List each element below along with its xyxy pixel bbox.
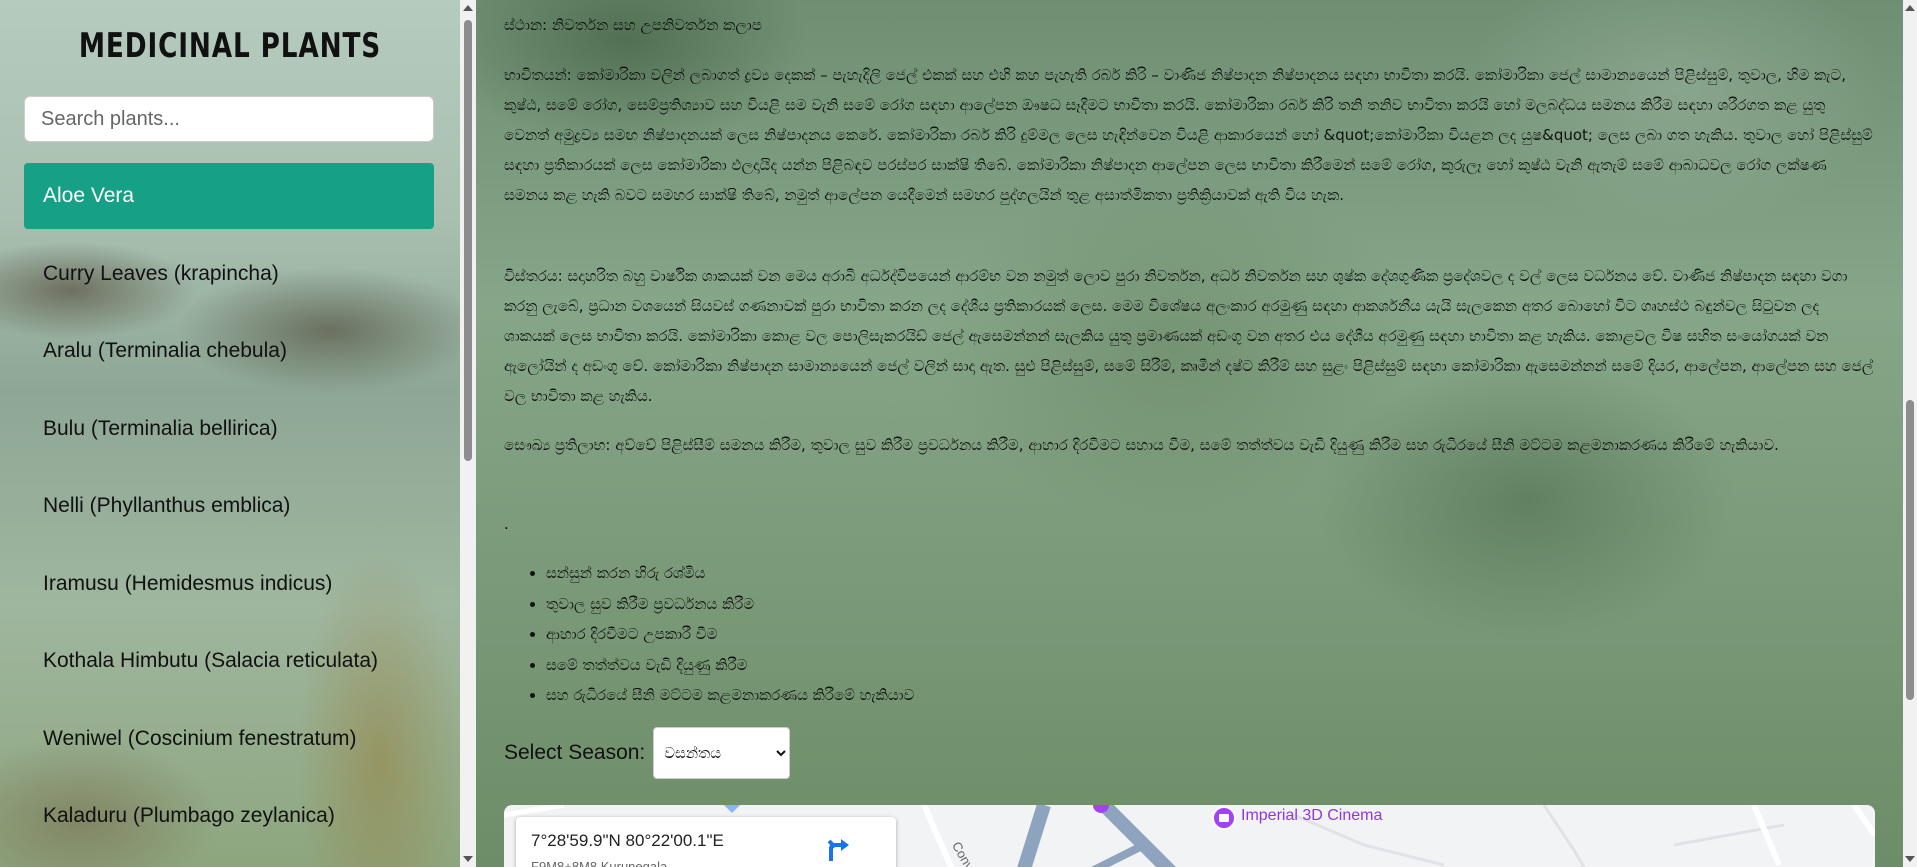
- location-text: ස්ථාන: නිවර්තන සහ උපනිවර්තන කලාප: [504, 16, 762, 34]
- page-scrollbar-thumb[interactable]: [1906, 400, 1914, 700]
- plant-item-aloe-vera[interactable]: Aloe Vera: [24, 163, 434, 229]
- benefit-item: සන්සුන් කරන හිරු රශ්මිය: [546, 558, 914, 589]
- sidebar-scrollbar[interactable]: [460, 0, 476, 867]
- search-input[interactable]: [24, 96, 434, 142]
- plant-list: Aloe Vera Curry Leaves (krapincha) Aralu…: [24, 163, 434, 861]
- scroll-down-arrow-icon[interactable]: [1905, 856, 1915, 862]
- cinema-pin-icon[interactable]: [1211, 805, 1237, 831]
- plant-item-kaladuru[interactable]: Kaladuru (Plumbago zeylanica): [24, 783, 434, 849]
- map-coordinates: 7°28'59.9"N 80°22'00.1"E: [531, 831, 724, 850]
- map-plus-code: F9M8+8M8 Kurunegala: [531, 859, 668, 867]
- map-place-label[interactable]: Imperial 3D Cinema: [1241, 807, 1382, 825]
- sidebar: MEDICINAL PLANTS Aloe Vera Curry Leaves …: [0, 0, 460, 867]
- benefit-item: තුවාල සුව කිරීම ප්‍රවර්ධනය කිරීම: [546, 589, 914, 620]
- sidebar-title: MEDICINAL PLANTS: [78, 26, 382, 66]
- plant-item-bulu[interactable]: Bulu (Terminalia bellirica): [24, 396, 434, 462]
- scroll-up-arrow-icon[interactable]: [463, 5, 473, 11]
- description-text: විස්තරය: සදාහරිත බහු වාර්ෂික ශාකයක් වන ම…: [504, 267, 1874, 405]
- benefit-item: සමේ තත්ත්වය වැඩි දියුණු කිරීම: [546, 650, 914, 681]
- plant-item-kothala-himbutu[interactable]: Kothala Himbutu (Salacia reticulata): [24, 628, 434, 694]
- season-selector: Select Season: වසන්තය: [504, 727, 791, 779]
- plant-item-curry-leaves[interactable]: Curry Leaves (krapincha): [24, 241, 434, 307]
- scroll-up-arrow-icon[interactable]: [1905, 5, 1915, 11]
- map-embed[interactable]: Imperial 3D Cinema Conv 7°28'59.9"N 80°2…: [504, 805, 1875, 867]
- benefit-item: සහ රුධිරයේ සීනි මට්ටම කළමනාකරණය කිරීමේ හ…: [546, 680, 914, 711]
- plant-item-aralu[interactable]: Aralu (Terminalia chebula): [24, 318, 434, 384]
- benefits-text: සෞඛ්‍ය ප්‍රතිලාභ: අව්වේ පිළිස්සීම් සමනය …: [504, 436, 1779, 454]
- page-scrollbar[interactable]: [1903, 0, 1917, 867]
- season-label: Select Season:: [504, 741, 646, 764]
- benefit-list: සන්සුන් කරන හිරු රශ්මිය තුවාල සුව කිරීම …: [504, 558, 914, 711]
- plant-item-iramusu[interactable]: Iramusu (Hemidesmus indicus): [24, 551, 434, 617]
- map-info-card: 7°28'59.9"N 80°22'00.1"E F9M8+8M8 Kurune…: [516, 817, 896, 867]
- benefit-item: ආහාර දිරවීමට උපකාරී වීම: [546, 619, 914, 650]
- uses-text: භාවිතයන්: කෝමාරිකා වලින් ලබාගත් ද්‍රව්‍ය…: [504, 66, 1873, 204]
- season-select[interactable]: වසන්තය: [653, 727, 791, 779]
- plant-item-nelli[interactable]: Nelli (Phyllanthus emblica): [24, 473, 434, 539]
- scroll-down-arrow-icon[interactable]: [463, 856, 473, 862]
- plant-details: ස්ථාන: නිවර්තන සහ උපනිවර්තන කලාප භාවිතයන…: [476, 0, 1903, 867]
- sidebar-scrollbar-thumb[interactable]: [464, 20, 472, 461]
- plant-item-weniwel[interactable]: Weniwel (Coscinium fenestratum): [24, 706, 434, 772]
- directions-icon[interactable]: [821, 833, 853, 865]
- separator-dot: .: [504, 515, 509, 533]
